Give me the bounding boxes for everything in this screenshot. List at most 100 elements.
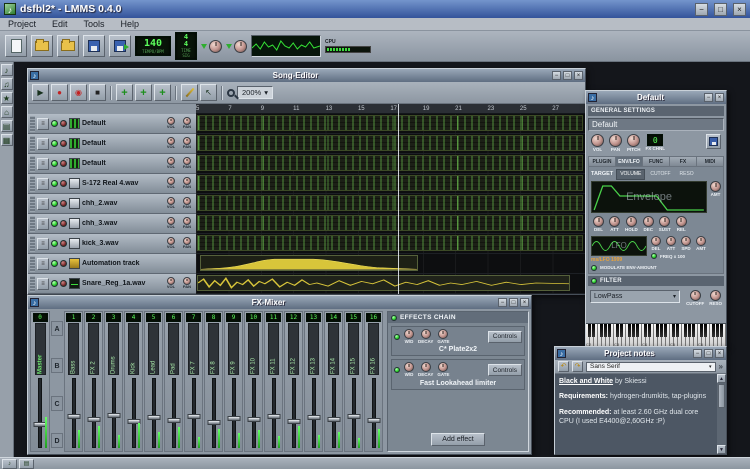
track-solo-led[interactable]	[60, 240, 67, 247]
env-att-knob[interactable]	[609, 216, 620, 228]
menu-help[interactable]: Help	[113, 18, 148, 30]
channel-name[interactable]: FX 13	[308, 323, 319, 375]
track-actions-button[interactable]: ≡	[37, 237, 49, 250]
piano-black-key[interactable]	[699, 324, 703, 337]
effect-decay-knob[interactable]	[420, 329, 431, 339]
fx-channel-strip[interactable]: 15 FX 15	[344, 311, 363, 452]
freq-x100-led[interactable]	[651, 253, 657, 260]
piano-black-key[interactable]	[715, 324, 719, 337]
track-name[interactable]: chh_3.wav	[82, 220, 162, 227]
target-tab-volume[interactable]: VOLUME	[616, 168, 646, 180]
record-while-playing-button[interactable]: ◉	[70, 84, 87, 101]
track-grip-handle[interactable]	[30, 255, 35, 272]
env-del-knob[interactable]	[593, 216, 604, 228]
track-name[interactable]: Default	[82, 160, 162, 167]
piano-black-key[interactable]	[643, 324, 647, 337]
track-grip-handle[interactable]	[30, 275, 35, 292]
recent-projects-button[interactable]	[57, 35, 79, 57]
piano-black-key[interactable]	[687, 324, 691, 337]
channel-name[interactable]: Drums	[108, 323, 119, 375]
fx-channel-strip[interactable]: 11 FX 11	[264, 311, 283, 452]
fx-channel-strip[interactable]: 8 FX 8	[204, 311, 223, 452]
song-editor-titlebar[interactable]: ♪ Song-Editor − □ ×	[28, 69, 585, 82]
channel-fader[interactable]	[266, 376, 281, 450]
save-project-button[interactable]	[83, 35, 105, 57]
notes-content[interactable]: Black and White by Skiessi Requirements: …	[555, 374, 717, 454]
envelope-graph[interactable]: Envelope	[591, 181, 707, 214]
piano-black-key[interactable]	[587, 324, 591, 337]
zoom-select[interactable]: 200% ▾	[237, 86, 273, 99]
channel-name[interactable]: FX 9	[228, 323, 239, 375]
fx-channel-strip[interactable]: 13 FX 13	[304, 311, 323, 452]
window-maximize-button[interactable]: □	[704, 349, 713, 358]
track-pan-knob[interactable]: PAN	[180, 177, 194, 190]
pattern-segment[interactable]	[197, 135, 583, 151]
effect-item[interactable]: W/D DECAY GATE Controls C* Plate2x2	[391, 326, 525, 357]
fx-channel-strip[interactable]: 1 Bass	[64, 311, 83, 452]
track-grip-handle[interactable]	[30, 155, 35, 172]
track-pan-knob[interactable]: PAN	[180, 137, 194, 150]
track-name[interactable]: Default	[82, 140, 162, 147]
track-actions-button[interactable]: ≡	[37, 137, 49, 150]
track-grip-handle[interactable]	[30, 115, 35, 132]
track-actions-button[interactable]: ≡	[37, 197, 49, 210]
effects-chain-enable-led[interactable]	[391, 314, 397, 321]
fx-channel-strip[interactable]: 0 Master	[30, 311, 50, 452]
track-grip-handle[interactable]	[30, 135, 35, 152]
tab-env-lfo[interactable]: ENV/LFO	[615, 156, 642, 168]
track-header[interactable]: ≡ Default VOL PAN	[28, 154, 196, 174]
fader-handle[interactable]	[307, 415, 320, 421]
window-close-button[interactable]: ×	[520, 298, 529, 307]
target-tab-reso[interactable]: RESO	[676, 169, 698, 180]
piano-black-key[interactable]	[683, 324, 687, 337]
channel-fader[interactable]	[166, 376, 181, 450]
track-grip-handle[interactable]	[30, 175, 35, 192]
track-pan-knob[interactable]: PAN	[180, 217, 194, 230]
track-solo-led[interactable]	[60, 180, 67, 187]
fader-handle[interactable]	[87, 417, 100, 423]
effect-gate-knob[interactable]	[438, 362, 449, 373]
track-header[interactable]: ≡ S-172 Real 4.wav VOL PAN	[28, 174, 196, 194]
track-header[interactable]: ≡ Snare_Reg_1a.wav VOL PAN	[28, 274, 196, 294]
track-name[interactable]: Automation track	[82, 260, 194, 267]
instrument-vol-knob[interactable]	[591, 134, 604, 147]
scroll-down-button[interactable]: ▼	[717, 445, 726, 454]
track-mute-led[interactable]	[51, 120, 58, 127]
track-vol-knob[interactable]: VOL	[164, 137, 178, 150]
fader-handle[interactable]	[107, 413, 120, 418]
track-vol-knob[interactable]: VOL	[164, 157, 178, 170]
piano-black-key[interactable]	[631, 324, 635, 337]
lfo-spd-knob[interactable]	[681, 235, 691, 246]
home-sidebar-button[interactable]: ⌂	[0, 106, 13, 118]
fader-handle[interactable]	[287, 418, 300, 424]
channel-name[interactable]: FX 16	[368, 323, 379, 375]
menu-edit[interactable]: Edit	[44, 18, 76, 30]
piano-white-key[interactable]: C4	[642, 324, 647, 347]
channel-fader[interactable]	[286, 376, 301, 450]
channel-fader[interactable]	[126, 376, 141, 450]
track-pan-knob[interactable]: PAN	[180, 117, 194, 130]
track-pattern-area[interactable]	[196, 194, 585, 214]
play-button[interactable]: ▶	[32, 84, 49, 101]
track-name[interactable]: Snare_Reg_1a.wav	[82, 280, 162, 287]
undo-button[interactable]: ↶	[558, 361, 569, 372]
track-pan-knob[interactable]: PAN	[180, 237, 194, 250]
fx-channel-strip[interactable]: 10 FX 10	[244, 311, 263, 452]
pattern-segment[interactable]	[197, 235, 583, 251]
scroll-up-button[interactable]: ▲	[717, 374, 726, 383]
lfo-del-knob[interactable]	[651, 235, 661, 246]
track-mute-led[interactable]	[51, 140, 58, 147]
fx-group-label[interactable]: D	[51, 432, 63, 448]
window-minimize-button[interactable]: −	[704, 93, 713, 102]
window-minimize-button[interactable]: −	[693, 349, 702, 358]
track-pattern-area[interactable]	[196, 214, 585, 234]
scrollbar-thumb[interactable]	[718, 384, 725, 408]
channel-name[interactable]: FX 2	[88, 323, 99, 375]
effect-w-d-knob[interactable]	[404, 329, 414, 339]
piano-black-key[interactable]	[619, 324, 623, 337]
track-header[interactable]: ≡ chh_2.wav VOL PAN	[28, 194, 196, 214]
piano-black-key[interactable]	[675, 324, 679, 337]
channel-fader[interactable]	[106, 376, 121, 450]
piano-black-key[interactable]	[647, 324, 651, 337]
projects-sidebar-button[interactable]: ▤	[0, 120, 13, 132]
